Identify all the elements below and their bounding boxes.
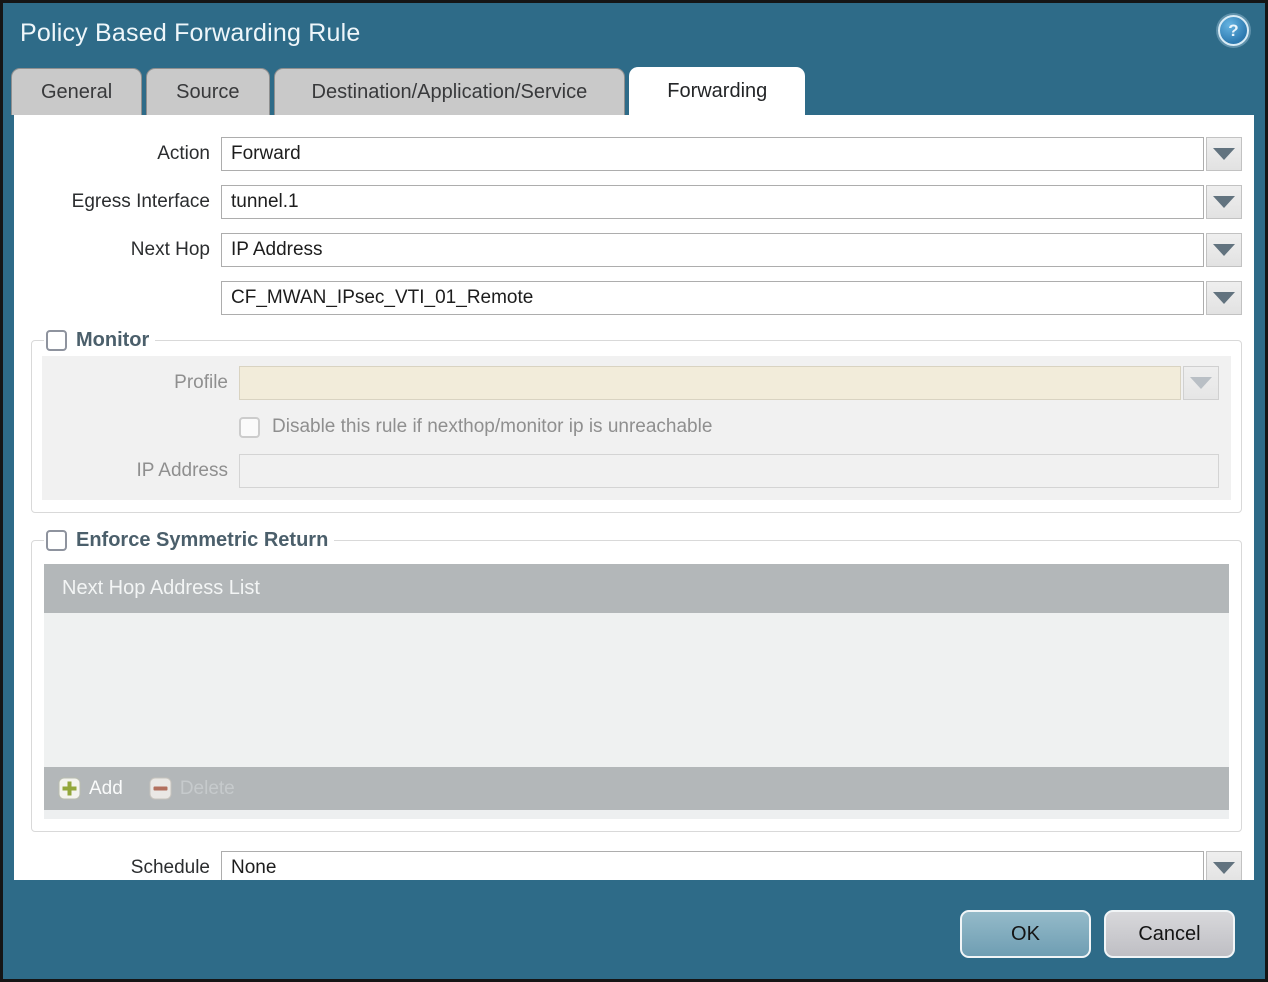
chevron-down-icon <box>1213 292 1235 304</box>
disable-rule-row: Disable this rule if nexthop/monitor ip … <box>239 416 1231 438</box>
monitor-ip-address-row: IP Address <box>42 454 1219 488</box>
action-combo: Forward <box>221 137 1242 171</box>
monitor-ip-address-label: IP Address <box>136 460 228 481</box>
ok-button[interactable]: OK <box>960 910 1091 958</box>
profile-value <box>239 366 1181 400</box>
next-hop-type-value[interactable]: IP Address <box>221 233 1204 267</box>
enforce-symmetric-return-legend: Enforce Symmetric Return <box>44 529 334 552</box>
next-hop-label: Next Hop <box>130 239 210 260</box>
tab-source[interactable]: Source <box>146 68 270 115</box>
next-hop-dropdown-button[interactable] <box>1206 233 1242 267</box>
add-button[interactable]: Add <box>58 777 123 800</box>
pbf-rule-dialog: Policy Based Forwarding Rule ? General S… <box>0 0 1268 982</box>
enforce-symmetric-return-fieldset: Enforce Symmetric Return Next Hop Addres… <box>31 529 1242 832</box>
tab-general[interactable]: General <box>11 68 143 115</box>
next-hop-address-value[interactable]: CF_MWAN_IPsec_VTI_01_Remote <box>221 281 1204 315</box>
schedule-value[interactable]: None <box>221 851 1204 880</box>
next-hop-address-row: CF_MWAN_IPsec_VTI_01_Remote <box>14 281 1242 315</box>
chevron-down-icon <box>1213 196 1235 208</box>
disable-rule-label: Disable this rule if nexthop/monitor ip … <box>272 416 713 437</box>
minus-icon <box>149 777 172 800</box>
enforce-symmetric-return-checkbox[interactable] <box>46 530 67 551</box>
cancel-button[interactable]: Cancel <box>1104 910 1235 958</box>
egress-interface-combo: tunnel.1 <box>221 185 1242 219</box>
add-button-label: Add <box>89 777 123 799</box>
delete-button-label: Delete <box>179 777 235 799</box>
chevron-down-icon <box>1213 244 1235 256</box>
table-bottom-strip <box>44 810 1229 819</box>
schedule-dropdown-button[interactable] <box>1206 851 1242 880</box>
monitor-label: Monitor <box>76 329 150 351</box>
tab-bar: General Source Destination/Application/S… <box>3 67 1265 115</box>
forwarding-tab-panel: Action Forward Egress Interface tunnel.1… <box>14 115 1254 880</box>
action-label: Action <box>157 143 210 164</box>
next-hop-address-list-table: Next Hop Address List Add Delete <box>44 564 1229 819</box>
monitor-legend: Monitor <box>44 329 155 352</box>
profile-row: Profile <box>42 366 1219 400</box>
dialog-footer: OK Cancel <box>3 880 1265 958</box>
action-row: Action Forward <box>14 137 1242 171</box>
action-value[interactable]: Forward <box>221 137 1204 171</box>
action-dropdown-button[interactable] <box>1206 137 1242 171</box>
chevron-down-icon <box>1213 862 1235 874</box>
help-icon[interactable]: ? <box>1218 15 1249 46</box>
schedule-label: Schedule <box>130 857 210 878</box>
profile-label: Profile <box>174 372 228 393</box>
disable-rule-checkbox <box>239 416 260 438</box>
schedule-combo: None <box>221 851 1242 880</box>
profile-dropdown-button <box>1183 366 1219 400</box>
next-hop-type-combo: IP Address <box>221 233 1242 267</box>
next-hop-address-dropdown-button[interactable] <box>1206 281 1242 315</box>
tab-destination-application-service[interactable]: Destination/Application/Service <box>273 68 626 115</box>
monitor-ip-address-input <box>239 454 1219 488</box>
plus-icon <box>58 777 81 800</box>
next-hop-address-list-body <box>44 613 1229 767</box>
egress-interface-dropdown-button[interactable] <box>1206 185 1242 219</box>
page-title: Policy Based Forwarding Rule <box>20 19 361 47</box>
delete-button: Delete <box>149 777 235 800</box>
dialog-titlebar: Policy Based Forwarding Rule ? <box>3 3 1265 67</box>
profile-combo <box>239 366 1219 400</box>
egress-interface-value[interactable]: tunnel.1 <box>221 185 1204 219</box>
next-hop-address-combo: CF_MWAN_IPsec_VTI_01_Remote <box>221 281 1242 315</box>
enforce-symmetric-return-label: Enforce Symmetric Return <box>76 529 329 551</box>
tab-forwarding[interactable]: Forwarding <box>629 67 806 115</box>
next-hop-address-list-toolbar: Add Delete <box>44 767 1229 810</box>
egress-interface-row: Egress Interface tunnel.1 <box>14 185 1242 219</box>
chevron-down-icon <box>1213 148 1235 160</box>
egress-interface-label: Egress Interface <box>71 191 210 212</box>
next-hop-row: Next Hop IP Address <box>14 233 1242 267</box>
monitor-checkbox[interactable] <box>46 330 67 351</box>
next-hop-address-list-header: Next Hop Address List <box>44 564 1229 613</box>
monitor-fieldset: Monitor Profile Disable this rule if nex… <box>31 329 1242 513</box>
chevron-down-icon <box>1190 377 1212 389</box>
monitor-panel: Profile Disable this rule if nexthop/mon… <box>42 356 1231 500</box>
schedule-row: Schedule None <box>14 851 1242 880</box>
